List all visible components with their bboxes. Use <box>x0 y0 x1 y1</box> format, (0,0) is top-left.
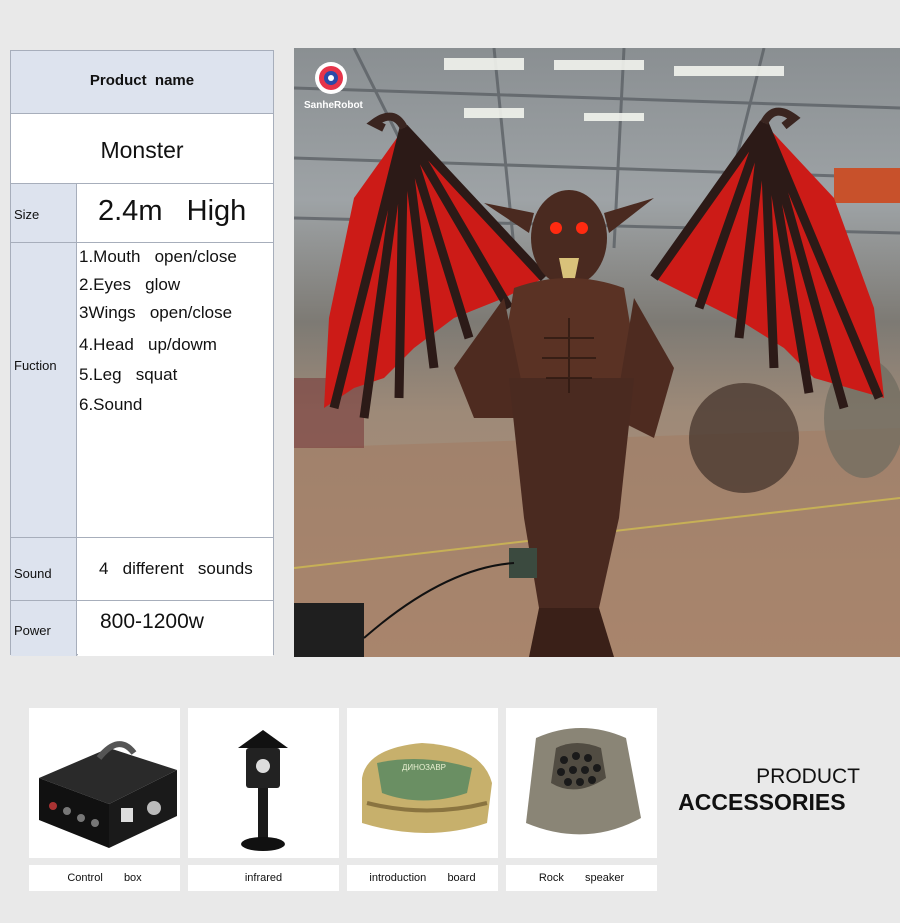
function-row: Fuction 1.Mouth open/close 2.Eyes glow 3… <box>11 242 273 537</box>
accessory-label-control-box: Control box <box>29 865 180 891</box>
spec-table: Product name Monster Size 2.4m High Fuct… <box>10 50 274 656</box>
accessory-label-infrared: infrared <box>188 865 339 891</box>
power-label: Power <box>14 623 51 638</box>
power-value-cell: 800-1200w <box>78 601 273 656</box>
power-label-cell: Power <box>11 601 77 656</box>
power-value: 800-1200w <box>100 610 204 633</box>
product-name-header-row: Product name <box>11 51 273 113</box>
accessory-label-rock-speaker: Rock speaker <box>506 865 657 891</box>
product-name-value-row: Monster <box>11 113 273 183</box>
logo-text: SanheRobot <box>304 100 363 111</box>
product-name-label: Product name <box>89 72 195 89</box>
right-wing <box>650 107 884 410</box>
accessories-title-line2: ACCESSORIES <box>678 789 846 815</box>
function-item-5: 5.Leg squat <box>79 365 178 384</box>
control-box-image <box>39 741 177 848</box>
accessories-title: PRODUCT ACCESSORIES <box>678 765 860 816</box>
board-sign-text: ДИНОЗАВР <box>402 763 447 772</box>
sound-row: Sound 4 different sounds <box>11 537 273 600</box>
sanherobot-logo <box>315 62 347 94</box>
function-item-3: 3Wings open/close <box>79 303 233 322</box>
accessory-card-introduction-board: ДИНОЗАВР <box>347 708 498 858</box>
rock-speaker-image <box>526 728 641 835</box>
introduction-board-image <box>362 743 492 833</box>
accessory-card-control-box <box>29 708 180 858</box>
infrared-sensor-image <box>238 730 288 851</box>
accessory-card-rock-speaker <box>506 708 657 858</box>
function-item-6: 6.Sound <box>79 395 143 414</box>
size-label-cell: Size <box>11 184 77 242</box>
size-row: Size 2.4m High <box>11 183 273 242</box>
sound-label: Sound <box>14 566 52 581</box>
function-item-1: 1.Mouth open/close <box>79 247 237 266</box>
function-label: Fuction <box>14 358 57 373</box>
sound-value-cell: 4 different sounds <box>78 538 273 600</box>
ceiling-lights <box>444 58 784 121</box>
function-item-4: 4.Head up/dowm <box>79 335 217 354</box>
product-photo: SanheRobot <box>294 48 900 657</box>
size-label: Size <box>14 207 40 222</box>
function-item-2: 2.Eyes glow <box>79 275 181 294</box>
monster-photo-illustration <box>294 48 900 657</box>
sound-value: 4 different sounds <box>99 559 253 578</box>
product-name-value: Monster <box>100 137 184 163</box>
power-row: Power 800-1200w <box>11 600 273 656</box>
function-list: 1.Mouth open/close 2.Eyes glow 3Wings op… <box>78 243 273 537</box>
accessories-title-line1: PRODUCT <box>756 765 860 788</box>
accessory-card-infrared <box>188 708 339 858</box>
size-value-cell: 2.4m High <box>78 184 273 242</box>
accessory-label-introduction-board: introduction board <box>347 865 498 891</box>
sign <box>834 168 900 203</box>
size-value: 2.4m High <box>98 195 247 227</box>
function-label-cell: Fuction <box>11 243 77 537</box>
sound-label-cell: Sound <box>11 538 77 600</box>
